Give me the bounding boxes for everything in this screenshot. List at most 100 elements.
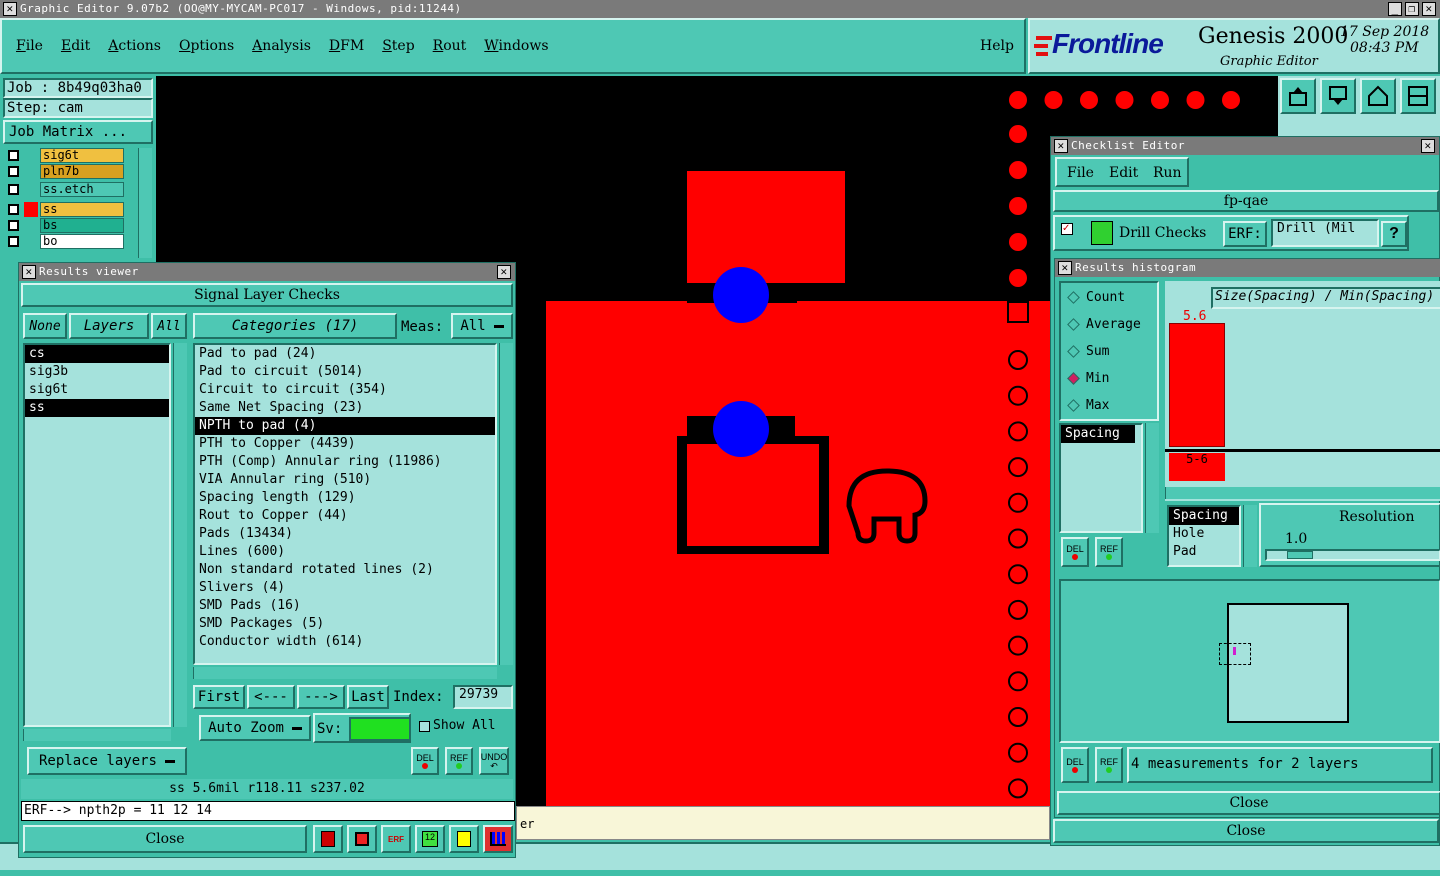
menu-edit[interactable]: Edit [61,38,90,54]
layer-row-sig6t[interactable]: sig6t [4,148,134,163]
histogram-hscroll[interactable] [1165,487,1440,499]
export-icon[interactable] [1280,78,1316,114]
menu-analysis[interactable]: Analysis [252,38,311,54]
category-item[interactable]: Pad to pad (24) [195,345,495,363]
histogram-option[interactable]: Min [1065,368,1109,388]
category-item[interactable]: Circuit to circuit (354) [195,381,495,399]
sv-color-select[interactable] [349,717,411,741]
auto-zoom-dropdown[interactable]: Auto Zoom [199,715,311,741]
first-button[interactable]: First [193,685,245,709]
radio-icon[interactable] [1067,344,1080,358]
checklist-menu-run[interactable]: Run [1153,165,1182,181]
help-button[interactable]: ? [1381,221,1407,247]
minimize-button[interactable]: _ [1388,2,1402,16]
measure-icon[interactable] [313,825,343,853]
maximize-button[interactable]: ❐ [1405,2,1419,16]
histogram-list2-item[interactable]: Spacing [1169,507,1239,525]
layer-row-pln7b[interactable]: pln7b [4,164,134,179]
layer-row-ss.etch[interactable]: ss.etch [4,182,134,197]
histogram-icon[interactable] [483,825,513,853]
layer-checkbox[interactable] [8,204,19,215]
menu-options[interactable]: Options [179,38,234,54]
category-item[interactable]: PTH (Comp) Annular ring (11986) [195,453,495,471]
results-close-button[interactable]: Close [23,825,307,853]
histogram-menu-icon[interactable]: ✕ [1058,261,1072,275]
layer-checkbox[interactable] [8,236,19,247]
home-icon[interactable] [1360,78,1396,114]
layer-row-bs[interactable]: bs [4,218,134,233]
result-layer-item[interactable]: cs [25,345,169,363]
radio-icon[interactable] [1067,317,1080,331]
replace-layers-dropdown[interactable]: Replace layers [27,747,187,775]
category-item[interactable]: Pads (13434) [195,525,495,543]
layer-checkbox[interactable] [8,220,19,231]
checklist-menu-edit[interactable]: Edit [1109,165,1138,181]
histogram-list1-scrollbar[interactable] [1145,423,1159,533]
histogram-ref-button[interactable]: REF [1095,537,1123,567]
checklist-menu-icon[interactable]: ✕ [1054,139,1068,153]
layer-results-hscroll[interactable] [23,729,171,741]
category-item[interactable]: PTH to Copper (4439) [195,435,495,453]
layer-checkbox[interactable] [8,150,19,161]
category-item[interactable]: Rout to Copper (44) [195,507,495,525]
del-button[interactable]: DEL [411,747,439,775]
histogram-list1-item[interactable]: Spacing [1061,425,1135,443]
undo-button[interactable]: UNDO ↶ [479,747,509,775]
histogram-list2-scrollbar[interactable] [1243,505,1257,567]
checklist-close-icon[interactable]: ✕ [1421,139,1435,153]
histogram-del-button[interactable]: DEL [1061,537,1089,567]
histogram-option[interactable]: Count [1065,287,1125,307]
number-icon[interactable]: 12 [415,825,445,853]
result-layer-item[interactable]: sig6t [25,381,169,399]
resolution-slider-thumb[interactable] [1287,551,1313,559]
ref-button[interactable]: REF [445,747,473,775]
histogram-list2-item[interactable]: Hole [1169,525,1239,543]
next-button[interactable]: ---> [297,685,345,709]
layer-name[interactable]: bo [40,234,124,249]
histogram-option[interactable]: Max [1065,395,1109,415]
category-item[interactable]: SMD Pads (16) [195,597,495,615]
menu-rout[interactable]: Rout [433,38,467,54]
category-item[interactable]: Lines (600) [195,543,495,561]
radio-icon[interactable] [1067,371,1080,385]
menu-actions[interactable]: Actions [108,38,161,54]
menu-dfm[interactable]: DFM [329,38,364,54]
report-icon[interactable] [449,825,479,853]
index-field[interactable]: 29739 [453,685,513,709]
menu-help[interactable]: Help [980,38,1014,54]
radio-icon[interactable] [1067,398,1080,412]
resolution-slider[interactable] [1265,549,1440,561]
close-button[interactable]: ✕ [1422,2,1436,16]
layer-checkbox[interactable] [8,184,19,195]
layer-name[interactable]: ss.etch [40,182,124,197]
prev-button[interactable]: <--- [247,685,295,709]
result-layer-item[interactable]: ss [25,399,169,417]
histogram-option[interactable]: Sum [1065,341,1109,361]
import-icon[interactable] [1320,78,1356,114]
category-item[interactable]: Non standard rotated lines (2) [195,561,495,579]
layer-name[interactable]: sig6t [40,148,124,163]
none-button[interactable]: None [23,313,67,339]
result-layer-item[interactable]: sig3b [25,363,169,381]
histogram-del-button-2[interactable]: DEL [1061,747,1089,783]
category-item[interactable]: Spacing length (129) [195,489,495,507]
erf-field[interactable]: Drill (Mil [1271,219,1379,247]
histogram-list2-item[interactable]: Pad [1169,543,1239,561]
erf-icon[interactable]: ERF [381,825,411,853]
job-matrix-button[interactable]: Job Matrix ... [3,120,153,144]
layer-checkbox[interactable] [8,166,19,177]
all-button[interactable]: All [151,313,187,339]
radio-icon[interactable] [1067,290,1080,304]
category-item[interactable]: Same Net Spacing (23) [195,399,495,417]
layer-row-bo[interactable]: bo [4,234,134,249]
category-hscroll[interactable] [193,667,497,679]
category-item[interactable]: VIA Annular ring (510) [195,471,495,489]
category-item[interactable]: Conductor width (614) [195,633,495,651]
layer-row-ss[interactable]: ss [4,202,134,217]
checklist-menu-file[interactable]: File [1067,165,1094,181]
layer-scrollbar[interactable] [138,148,152,258]
category-item[interactable]: Slivers (4) [195,579,495,597]
histogram-option[interactable]: Average [1065,314,1141,334]
results-close-icon[interactable]: ✕ [497,265,511,279]
layer-results-scrollbar[interactable] [173,343,187,727]
